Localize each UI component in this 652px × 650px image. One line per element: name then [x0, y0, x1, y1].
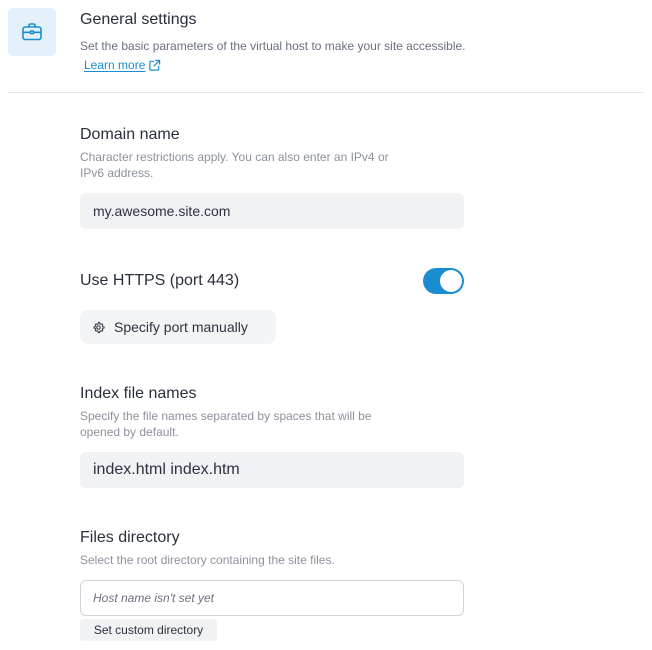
files-directory-hint: Select the root directory containing the…: [80, 553, 335, 567]
external-link-icon: [149, 59, 161, 71]
toggle-knob: [440, 270, 462, 292]
learn-more-link[interactable]: Learn more: [84, 58, 161, 72]
index-files-input[interactable]: index.html index.htm: [80, 452, 464, 488]
files-directory-input[interactable]: [80, 580, 464, 616]
gear-icon: [93, 321, 105, 333]
domain-name-title: Domain name: [80, 126, 180, 143]
briefcase-icon-box: [8, 8, 56, 56]
index-files-title: Index file names: [80, 385, 197, 402]
learn-more-label: Learn more: [84, 58, 146, 72]
https-title: Use HTTPS (port 443): [80, 272, 240, 289]
page-description: Set the basic parameters of the virtual …: [80, 39, 466, 53]
specify-port-label: Specify port manually: [114, 319, 248, 335]
https-toggle[interactable]: [423, 268, 464, 294]
general-settings-page: General settings Set the basic parameter…: [0, 0, 652, 650]
page-title: General settings: [80, 11, 197, 28]
domain-name-hint: Character restrictions apply. You can al…: [80, 150, 389, 180]
set-custom-directory-button[interactable]: Set custom directory: [80, 619, 217, 641]
specify-port-button[interactable]: Specify port manually: [80, 310, 276, 344]
files-directory-title: Files directory: [80, 529, 180, 546]
briefcase-icon: [22, 23, 42, 41]
domain-name-input[interactable]: my.awesome.site.com: [80, 193, 464, 229]
index-files-hint: Specify the file names separated by spac…: [80, 409, 372, 439]
header-divider: [8, 92, 644, 93]
